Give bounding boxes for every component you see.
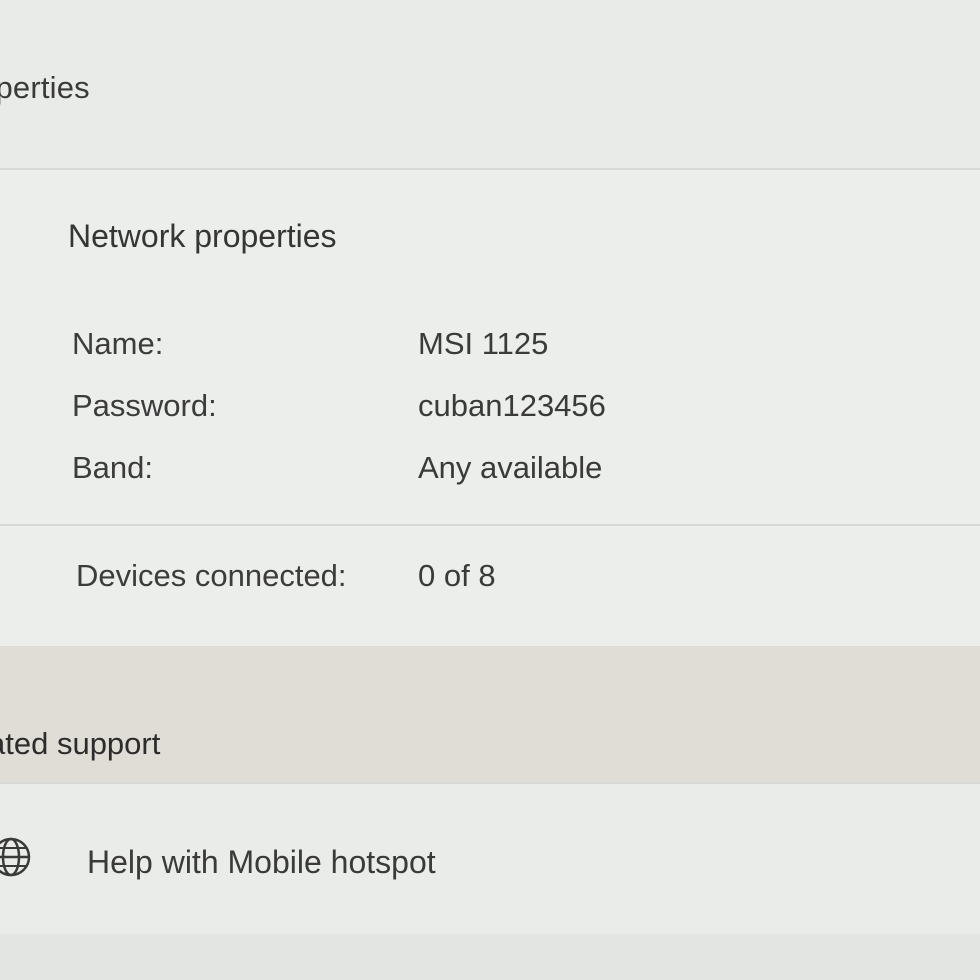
related-support-section: ated support	[0, 646, 980, 782]
page-section-title: operties	[0, 70, 90, 105]
related-support-title: ated support	[0, 726, 161, 761]
devices-connected-row: Devices connected: 0 of 8	[76, 558, 956, 598]
devices-connected-label: Devices connected:	[76, 558, 347, 593]
next-list-item	[0, 934, 980, 980]
password-row: Password: cuban123456	[72, 388, 952, 428]
password-label: Password:	[72, 388, 217, 423]
divider	[0, 524, 980, 526]
help-mobile-hotspot-label: Help with Mobile hotspot	[87, 844, 436, 880]
globe-icon	[0, 832, 36, 882]
network-properties-card: Network properties Name: MSI 1125 Passwo…	[0, 168, 980, 648]
devices-connected-value: 0 of 8	[418, 558, 496, 593]
name-row: Name: MSI 1125	[72, 326, 952, 366]
band-label: Band:	[72, 450, 154, 485]
band-value: Any available	[418, 450, 603, 485]
network-properties-title: Network properties	[68, 218, 337, 254]
name-value: MSI 1125	[418, 326, 549, 361]
password-value: cuban123456	[418, 388, 606, 423]
help-mobile-hotspot-link[interactable]: Help with Mobile hotspot	[0, 782, 980, 936]
name-label: Name:	[72, 326, 164, 361]
properties-header: operties	[0, 0, 980, 168]
band-row: Band: Any available	[72, 450, 952, 490]
